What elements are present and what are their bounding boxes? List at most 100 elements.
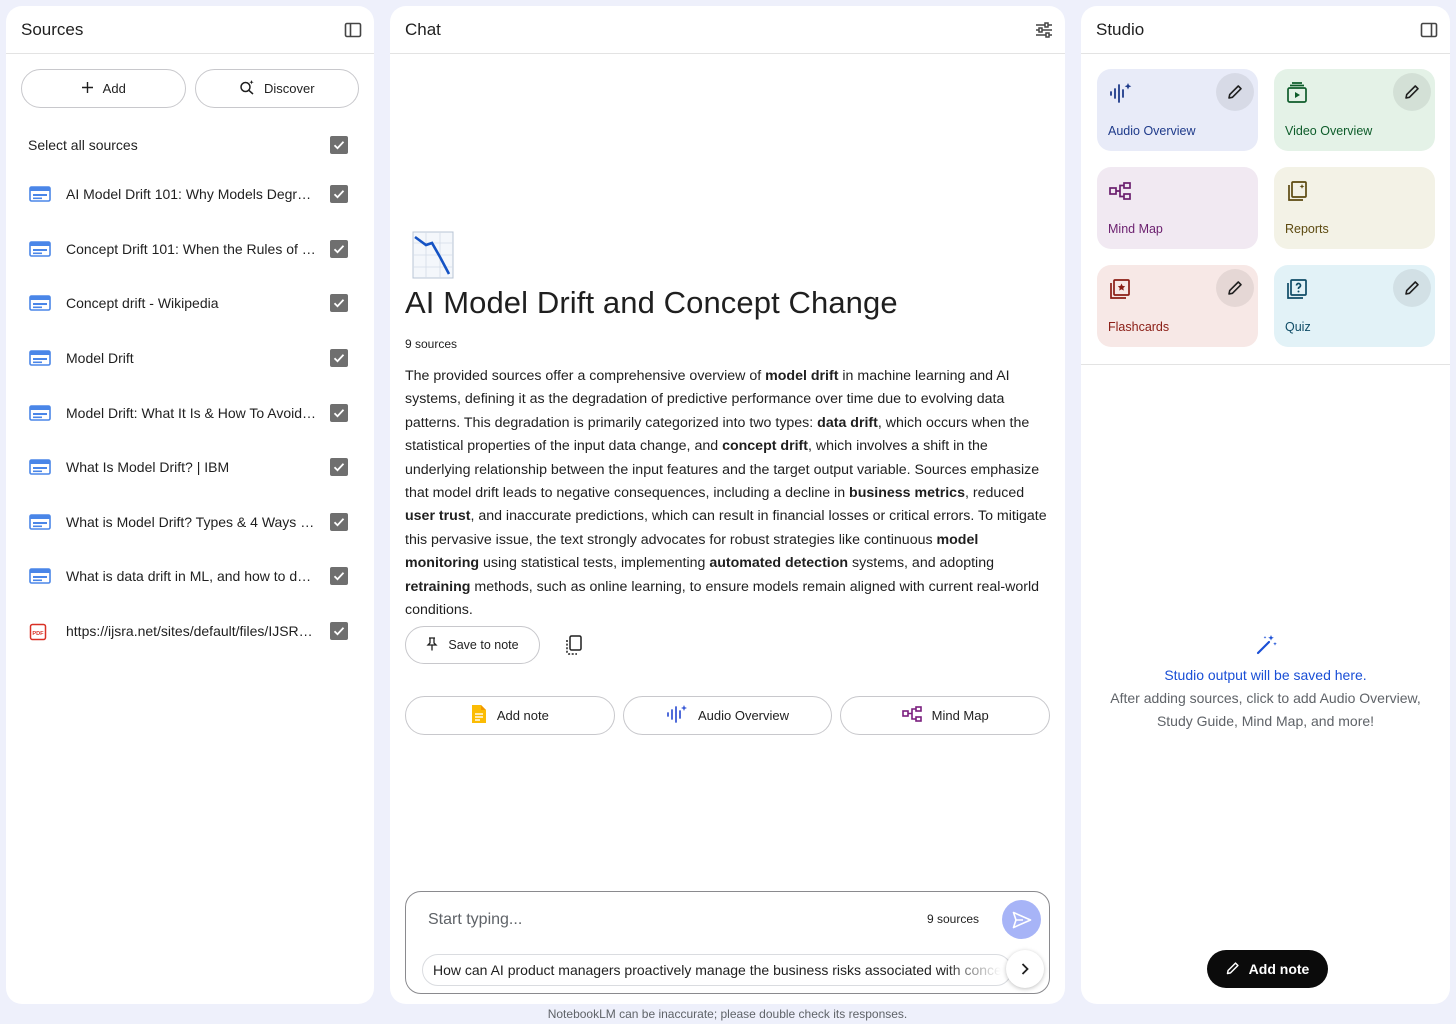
quiz-label: Quiz: [1285, 320, 1311, 334]
source-item[interactable]: AI Model Drift 101: Why Models Degrade..…: [6, 167, 374, 222]
note-icon: [471, 704, 487, 727]
summary-text: systems, and adopting: [848, 555, 994, 572]
reports-icon: [1285, 179, 1309, 203]
chat-header: Chat: [390, 6, 1065, 54]
web-page-icon: [29, 186, 51, 203]
source-checkbox[interactable]: [330, 294, 348, 313]
source-checkbox[interactable]: [330, 185, 348, 204]
summary-keyword: data drift: [817, 414, 878, 431]
summary-keyword: user trust: [405, 508, 471, 525]
audio-overview-icon: [1108, 81, 1132, 105]
send-icon: [1012, 911, 1031, 928]
summary-keyword: concept drift: [722, 438, 808, 455]
notebook-source-count: 9 sources: [405, 337, 458, 351]
source-checkbox[interactable]: [330, 458, 348, 477]
summary-keyword: business metrics: [849, 485, 965, 502]
source-item[interactable]: PDF https://ijsra.net/sites/default/files…: [6, 604, 374, 659]
summary-text: methods, such as online learning, to ens…: [405, 578, 1040, 619]
edit-audio-overview-button[interactable]: [1216, 73, 1254, 111]
source-checkbox[interactable]: [330, 622, 348, 641]
chat-panel: Chat AI Model Drift and Concept Change 9…: [390, 6, 1065, 1004]
pencil-icon: [1226, 961, 1240, 978]
video-overview-label: Video Overview: [1285, 124, 1373, 138]
mind-map-tile[interactable]: Mind Map: [1097, 167, 1258, 249]
source-item-label: Model Drift: [66, 350, 134, 367]
chat-input[interactable]: [428, 906, 908, 934]
flashcards-icon: [1108, 277, 1132, 301]
add-note-suggestion-button[interactable]: Add note: [405, 696, 615, 735]
quiz-tile[interactable]: Quiz: [1274, 265, 1435, 347]
chat-settings-icon[interactable]: [1033, 19, 1055, 41]
source-item[interactable]: What is Model Drift? Types & 4 Ways to .…: [6, 495, 374, 550]
reports-label: Reports: [1285, 222, 1329, 236]
source-item[interactable]: What is data drift in ML, and how to det…: [6, 549, 374, 604]
notebook-summary: The provided sources offer a comprehensi…: [405, 365, 1053, 622]
save-to-note-button[interactable]: Save to note: [405, 626, 540, 664]
source-item[interactable]: Concept drift - Wikipedia: [6, 276, 374, 331]
source-checkbox[interactable]: [330, 567, 348, 586]
source-checkbox[interactable]: [330, 512, 348, 531]
copy-icon[interactable]: [562, 633, 586, 657]
source-item[interactable]: Model Drift: [6, 331, 374, 386]
reports-tile[interactable]: Reports: [1274, 167, 1435, 249]
collapse-panel-icon[interactable]: [342, 19, 364, 41]
select-all-label: Select all sources: [28, 137, 138, 153]
web-page-icon: [29, 350, 51, 366]
summary-text: , reduced: [964, 485, 1025, 502]
mind-map-icon: [1108, 179, 1132, 203]
video-overview-tile[interactable]: Video Overview: [1274, 69, 1435, 151]
studio-header: Studio: [1081, 6, 1450, 54]
summary-keyword: retraining: [405, 578, 471, 595]
mind-map-suggestion-button[interactable]: Mind Map: [840, 696, 1051, 735]
web-page-icon: [29, 404, 51, 421]
add-note-suggestion-label: Add note: [496, 708, 549, 723]
web-page-icon: [29, 514, 51, 530]
studio-tiles: Audio Overview Video Overview Mind Map Repo…: [1081, 54, 1450, 347]
source-item-label: What Is Model Drift? | IBM: [66, 459, 230, 476]
studio-empty-body: After adding sources, click to add Audio…: [1110, 690, 1421, 729]
source-item-label: Concept drift - Wikipedia: [66, 295, 219, 312]
mind-map-label: Mind Map: [1108, 222, 1163, 236]
source-checkbox[interactable]: [330, 349, 348, 368]
edit-video-overview-button[interactable]: [1393, 73, 1431, 111]
edit-quiz-button[interactable]: [1393, 269, 1431, 307]
plus-icon: [81, 81, 94, 97]
suggested-prompt-chip[interactable]: How can AI product managers proactively …: [422, 954, 1012, 986]
edit-flashcards-button[interactable]: [1216, 269, 1254, 307]
audio-overview-tile[interactable]: Audio Overview: [1097, 69, 1258, 151]
discover-button[interactable]: Discover: [194, 69, 359, 108]
svg-text:PDF: PDF: [32, 631, 44, 637]
save-to-note-label: Save to note: [448, 638, 519, 652]
add-note-button[interactable]: Add note: [1207, 950, 1328, 988]
discover-label: Discover: [263, 81, 315, 96]
audio-overview-suggestion-button[interactable]: Audio Overview: [622, 696, 833, 735]
mind-map-suggestion-label: Mind Map: [931, 708, 989, 723]
select-all-checkbox[interactable]: [330, 136, 348, 154]
source-item[interactable]: Model Drift: What It Is & How To Avoid D…: [6, 385, 374, 440]
audio-wave-icon: [666, 704, 688, 727]
chat-composer: 9 sources How can AI product managers pr…: [405, 891, 1050, 994]
source-item[interactable]: Concept Drift 101: When the Rules of th.…: [6, 222, 374, 277]
add-source-label: Add: [102, 81, 126, 96]
source-item-label: What is Model Drift? Types & 4 Ways to .…: [66, 513, 328, 530]
next-suggestion-button[interactable]: [1006, 950, 1044, 988]
web-page-icon: [29, 241, 51, 257]
source-checkbox[interactable]: [330, 403, 348, 422]
add-note-label: Add note: [1248, 961, 1310, 977]
source-item-label: AI Model Drift 101: Why Models Degrade..…: [66, 186, 330, 203]
source-item[interactable]: What Is Model Drift? | IBM: [6, 440, 374, 495]
studio-empty-state: Studio output will be saved here. After …: [1081, 634, 1450, 733]
pdf-icon: PDF: [29, 623, 51, 641]
chat-body: AI Model Drift and Concept Change 9 sour…: [390, 55, 1065, 1004]
web-page-icon: [29, 459, 51, 476]
suggested-prompt-text: How can AI product managers proactively …: [433, 962, 1001, 978]
add-source-button[interactable]: Add: [21, 69, 186, 108]
collapse-studio-icon[interactable]: [1418, 19, 1440, 41]
notebook-title: AI Model Drift and Concept Change: [405, 285, 898, 320]
pencil-icon: [1228, 281, 1242, 295]
web-page-icon: [29, 568, 51, 585]
composer-source-count: 9 sources: [926, 912, 979, 926]
source-checkbox[interactable]: [330, 239, 348, 258]
flashcards-tile[interactable]: Flashcards: [1097, 265, 1258, 347]
send-button[interactable]: [1002, 900, 1041, 939]
